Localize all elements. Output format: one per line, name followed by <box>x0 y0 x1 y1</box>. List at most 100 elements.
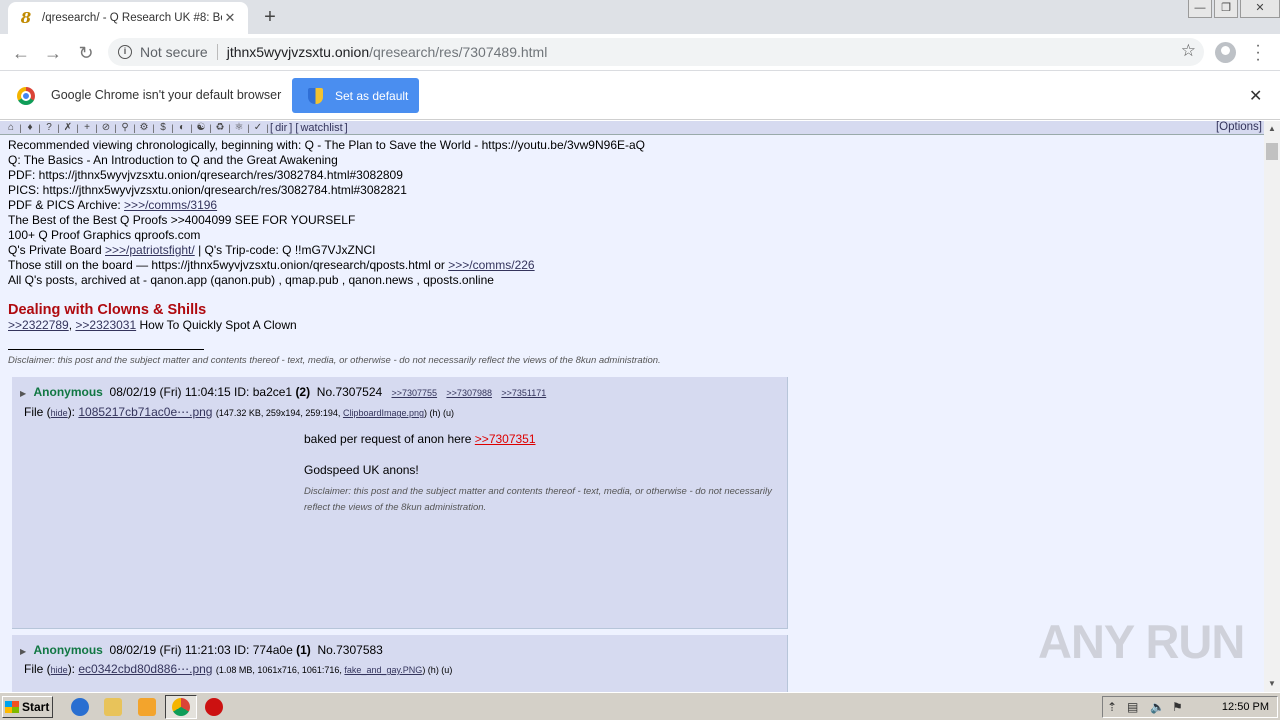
chrome-logo-icon <box>17 87 35 105</box>
url-text[interactable]: jthnx5wyvjvzsxtu.onion/qresearch/res/730… <box>227 44 548 60</box>
original-filename-link[interactable]: fake_and_gay.PNG <box>344 665 422 675</box>
quote-link[interactable]: >>7307351 <box>475 432 536 446</box>
stop-icon[interactable] <box>205 698 223 716</box>
window-controls: — ❐ ✕ <box>1186 0 1280 18</box>
post-menu-arrow-icon[interactable]: ▶ <box>20 647 26 656</box>
plus-icon[interactable]: + <box>80 122 94 133</box>
op-disclaimer: Disclaimer: this post and the subject ma… <box>8 355 661 366</box>
infobar-close-icon[interactable]: ✕ <box>1249 86 1262 106</box>
minimize-button[interactable]: — <box>1188 0 1212 18</box>
system-tray: ⇡ ▤ 🔈 ⚑ 12:50 PM <box>1102 696 1278 718</box>
default-browser-infobar: Google Chrome isn't your default browser… <box>0 71 1280 120</box>
omnibox-divider <box>216 44 218 60</box>
post-number[interactable]: No.7307583 <box>317 643 382 657</box>
window-close-button[interactable]: ✕ <box>1240 0 1280 18</box>
folder-icon[interactable] <box>104 698 122 716</box>
poster-id-label: ID: <box>234 643 253 657</box>
backlink[interactable]: >>7307755 <box>392 388 438 398</box>
poster-id-count: (1) <box>296 643 311 657</box>
network-icon[interactable]: ▤ <box>1127 700 1138 714</box>
hide-file-link[interactable]: hide <box>51 408 68 418</box>
restore-button[interactable]: ❐ <box>1214 0 1238 18</box>
check-icon[interactable]: ✓ <box>251 122 265 133</box>
patriotsfight-link[interactable]: >>>/patriotsfight/ <box>105 243 195 257</box>
clown-link-1[interactable]: >>2322789 <box>8 318 69 332</box>
options-link[interactable]: [Options] <box>1216 121 1262 133</box>
op-line: The Best of the Best Q Proofs >>4004099 … <box>8 213 356 227</box>
post-number[interactable]: No.7307524 <box>317 385 382 399</box>
internet-explorer-icon[interactable] <box>71 698 89 716</box>
recycle-icon[interactable]: ♻ <box>213 122 227 133</box>
hide-file-link[interactable]: hide <box>51 665 68 675</box>
address-bar[interactable]: i Not secure jthnx5wyvjvzsxtu.onion/qres… <box>108 38 1204 66</box>
dir-link[interactable]: dir <box>275 122 287 134</box>
op-line: Those still on the board — https://jthnx… <box>8 258 1256 273</box>
clock[interactable]: 12:50 PM <box>1222 701 1269 713</box>
browser-tab[interactable]: 8 /qresearch/ - Q Research UK #8: Bo ✕ <box>8 2 248 34</box>
chrome-taskbar-button[interactable] <box>165 695 197 719</box>
post-menu-arrow-icon[interactable]: ▶ <box>20 389 26 398</box>
start-button[interactable]: Start <box>2 696 53 718</box>
clowns-heading: Dealing with Clowns & Shills <box>8 302 207 318</box>
file-info-line: File (hide): ec0342cbd80d886⋯.png (1.08 … <box>24 662 452 676</box>
home-icon[interactable]: ⌂ <box>4 122 18 133</box>
twitter-icon[interactable]: ☯ <box>194 122 208 133</box>
tray-expand-icon[interactable]: ⇡ <box>1107 700 1117 714</box>
reply-header: ▶ Anonymous 08/02/19 (Fri) 11:04:15 ID: … <box>20 385 546 399</box>
original-filename-link[interactable]: ClipboardImage.png <box>343 408 424 418</box>
scroll-up-icon[interactable]: ▲ <box>1264 121 1280 137</box>
watchlist-link[interactable]: watchlist <box>300 122 342 134</box>
gear-icon[interactable]: ⚙ <box>137 122 151 133</box>
body-text: baked per request of anon here <box>304 432 475 446</box>
poster-id-count: (2) <box>295 385 311 399</box>
info-icon[interactable]: i <box>118 45 132 59</box>
tag-icon[interactable]: ♦ <box>23 122 37 133</box>
file-label: ): <box>67 662 79 676</box>
back-arrow-icon[interactable]: ← <box>8 40 34 66</box>
windows-logo-icon <box>5 701 19 713</box>
clown-link-2[interactable]: >>2323031 <box>75 318 136 332</box>
op-label: Those still on the board — https://jthnx… <box>8 258 449 272</box>
ban-icon[interactable]: ⊘ <box>99 122 113 133</box>
divider <box>8 349 204 350</box>
chrome-menu-icon[interactable]: · · · <box>1252 38 1264 68</box>
op-line: All Q's posts, archived at - qanon.app (… <box>8 273 494 287</box>
dollar-icon[interactable]: $ <box>156 122 170 133</box>
poster-id[interactable]: 774a0e <box>253 643 293 657</box>
flag-icon[interactable]: ⚑ <box>1172 700 1183 714</box>
page-scrollbar[interactable]: ▲ ▼ <box>1264 121 1280 692</box>
bookmark-star-icon[interactable]: ☆ <box>1181 41 1196 61</box>
file-label: File ( <box>24 662 51 676</box>
profile-avatar-icon[interactable] <box>1215 42 1236 63</box>
bug-icon[interactable]: ⚛ <box>232 122 246 133</box>
scroll-down-icon[interactable]: ▼ <box>1264 676 1280 692</box>
file-name-link[interactable]: ec0342cbd80d886⋯.png <box>78 662 212 676</box>
comms-archive-link[interactable]: >>>/comms/3196 <box>124 198 217 212</box>
media-player-icon[interactable] <box>138 698 156 716</box>
question-icon[interactable]: ? <box>42 122 56 133</box>
reload-icon[interactable]: ↻ <box>73 40 99 66</box>
contrast-icon[interactable]: ◐ <box>175 122 189 133</box>
backlink[interactable]: >>7307988 <box>446 388 492 398</box>
uac-shield-icon <box>308 87 323 104</box>
file-label: File ( <box>24 405 51 419</box>
scroll-thumb[interactable] <box>1266 143 1278 160</box>
comms-226-link[interactable]: >>>/comms/226 <box>448 258 534 272</box>
body-line: Godspeed UK anons! <box>304 463 419 477</box>
op-label: Q's Private Board <box>8 243 105 257</box>
poster-id[interactable]: ba2ce1 <box>253 385 292 399</box>
volume-icon[interactable]: 🔈 <box>1150 700 1165 714</box>
op-line: Q: The Basics - An Introduction to Q and… <box>8 153 338 167</box>
set-as-default-button[interactable]: Set as default <box>292 78 419 113</box>
backlink[interactable]: >>7351171 <box>501 388 546 398</box>
url-path: /qresearch/res/7307489.html <box>369 44 548 60</box>
search-icon[interactable]: ⚲ <box>118 122 132 133</box>
tab-close-icon[interactable]: ✕ <box>222 10 238 26</box>
shuffle-icon[interactable]: ✗ <box>61 122 75 133</box>
forward-arrow-icon[interactable]: → <box>40 40 66 66</box>
op-line: Recommended viewing chronologically, beg… <box>8 138 646 152</box>
new-tab-button[interactable]: + <box>258 5 282 29</box>
op-post-body: Recommended viewing chronologically, beg… <box>0 135 1264 368</box>
body-line: baked per request of anon here >>7307351 <box>304 431 784 447</box>
file-name-link[interactable]: 1085217cb71ac0e⋯.png <box>78 405 212 419</box>
